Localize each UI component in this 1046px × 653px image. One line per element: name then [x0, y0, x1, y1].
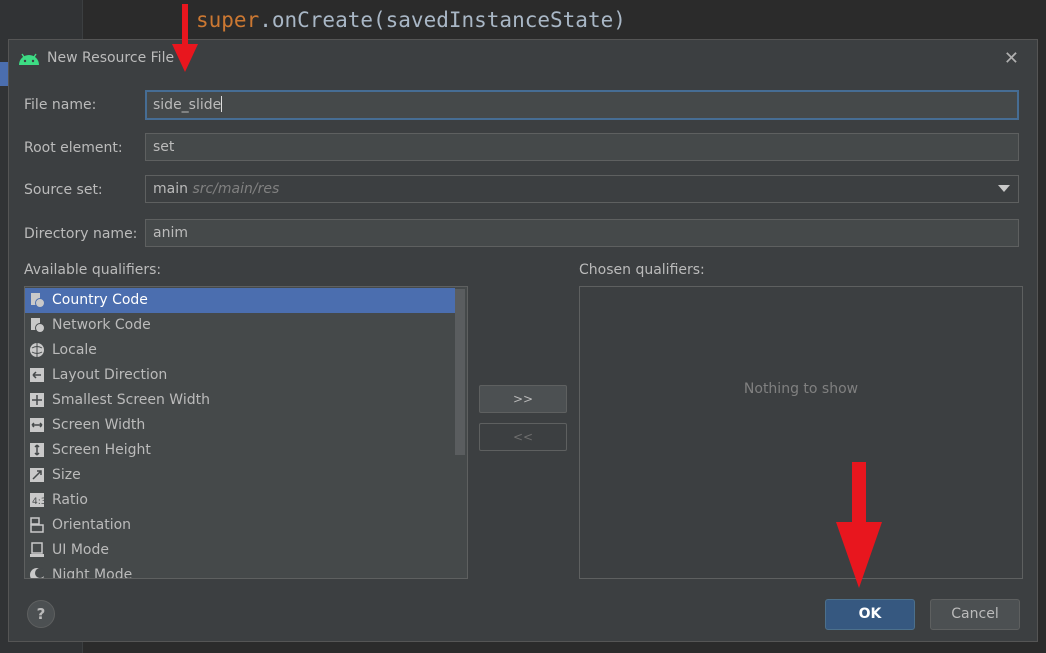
- qualifier-label: Country Code: [52, 292, 148, 308]
- qualifier-label: Locale: [52, 342, 97, 358]
- empty-state-text: Nothing to show: [743, 381, 859, 397]
- qualifier-label: Screen Height: [52, 442, 151, 458]
- chevron-down-icon: [998, 185, 1010, 192]
- ratio-icon: 4:3: [30, 493, 45, 507]
- qualifier-item[interactable]: Locale: [25, 338, 455, 363]
- help-button[interactable]: ?: [27, 600, 55, 628]
- qualifier-item[interactable]: Orientation: [25, 513, 455, 538]
- globe-icon: [30, 343, 44, 357]
- ui-mode-icon: [30, 542, 44, 557]
- qualifier-label: Layout Direction: [52, 367, 168, 383]
- directory-name-input[interactable]: anim: [145, 219, 1019, 247]
- screen-width-icon: [30, 418, 44, 432]
- qualifier-label: Size: [52, 467, 81, 483]
- qualifier-label: Orientation: [52, 517, 132, 533]
- cancel-button[interactable]: Cancel: [930, 599, 1020, 630]
- chosen-qualifiers-label: Chosen qualifiers:: [579, 262, 705, 278]
- dialog-title: New Resource File: [47, 50, 175, 66]
- qualifier-item[interactable]: UI Mode: [25, 538, 455, 563]
- root-element-label: Root element:: [24, 140, 123, 156]
- network-code-icon: [31, 318, 45, 333]
- qualifier-item[interactable]: Layout Direction: [25, 363, 455, 388]
- add-qualifier-button[interactable]: >>: [479, 385, 567, 413]
- file-name-value: side_slide: [153, 97, 222, 113]
- qualifier-label: Ratio: [52, 492, 88, 508]
- root-element-value: set: [153, 139, 175, 155]
- smallest-width-icon: [30, 393, 44, 407]
- svg-text:4:3: 4:3: [32, 497, 45, 507]
- qualifier-label: Screen Width: [52, 417, 146, 433]
- source-set-path: src/main/res: [192, 181, 280, 197]
- night-mode-icon: [30, 568, 45, 578]
- list-scrollbar[interactable]: [455, 289, 465, 455]
- root-element-input[interactable]: set: [145, 133, 1019, 161]
- qualifier-item[interactable]: Network Code: [25, 313, 455, 338]
- file-name-label: File name:: [24, 97, 97, 113]
- size-icon: [30, 468, 44, 482]
- code-keyword: super: [196, 8, 260, 32]
- screen-height-icon: [30, 443, 44, 457]
- source-set-label: Source set:: [24, 182, 103, 198]
- orientation-icon: [30, 517, 44, 533]
- android-icon: [19, 53, 39, 65]
- source-set-dropdown[interactable]: main src/main/res: [145, 175, 1019, 203]
- chosen-qualifiers-list: Nothing to show: [579, 286, 1023, 579]
- qualifier-label: Network Code: [52, 317, 151, 333]
- code-text: .onCreate(savedInstanceState): [259, 8, 626, 32]
- qualifier-item[interactable]: Night Mode: [25, 563, 455, 579]
- annotation-arrow-top: [172, 4, 198, 72]
- annotation-arrow-ok: [836, 462, 882, 588]
- directory-name-value: anim: [153, 225, 188, 241]
- ok-button[interactable]: OK: [825, 599, 915, 630]
- code-line: super.onCreate(savedInstanceState): [196, 8, 626, 32]
- source-set-value: main: [153, 181, 188, 197]
- qualifier-item[interactable]: Country Code: [25, 288, 455, 313]
- text-caret: [221, 96, 223, 112]
- qualifier-item[interactable]: Screen Height: [25, 438, 455, 463]
- directory-name-label: Directory name:: [24, 226, 138, 242]
- country-code-icon: [31, 293, 45, 308]
- qualifier-item[interactable]: 4:3 Ratio: [25, 488, 455, 513]
- qualifier-label: Smallest Screen Width: [52, 392, 210, 408]
- remove-qualifier-button[interactable]: <<: [479, 423, 567, 451]
- file-name-input[interactable]: side_slide: [145, 90, 1019, 120]
- qualifier-label: UI Mode: [52, 542, 109, 558]
- qualifier-item[interactable]: Smallest Screen Width: [25, 388, 455, 413]
- dialog-title-bar: New Resource File ✕: [9, 40, 1037, 78]
- available-qualifiers-label: Available qualifiers:: [24, 262, 162, 278]
- close-icon[interactable]: ✕: [1004, 48, 1019, 69]
- qualifier-item[interactable]: Size: [25, 463, 455, 488]
- available-qualifiers-list[interactable]: Night Mode UI Mode Orientation 4:3 Ratio Size…: [24, 286, 468, 579]
- layout-direction-icon: [30, 368, 44, 382]
- new-resource-file-dialog: New Resource File ✕ File name: side_slid…: [8, 39, 1038, 642]
- qualifier-item[interactable]: Screen Width: [25, 413, 455, 438]
- qualifier-label: Night Mode: [52, 567, 133, 579]
